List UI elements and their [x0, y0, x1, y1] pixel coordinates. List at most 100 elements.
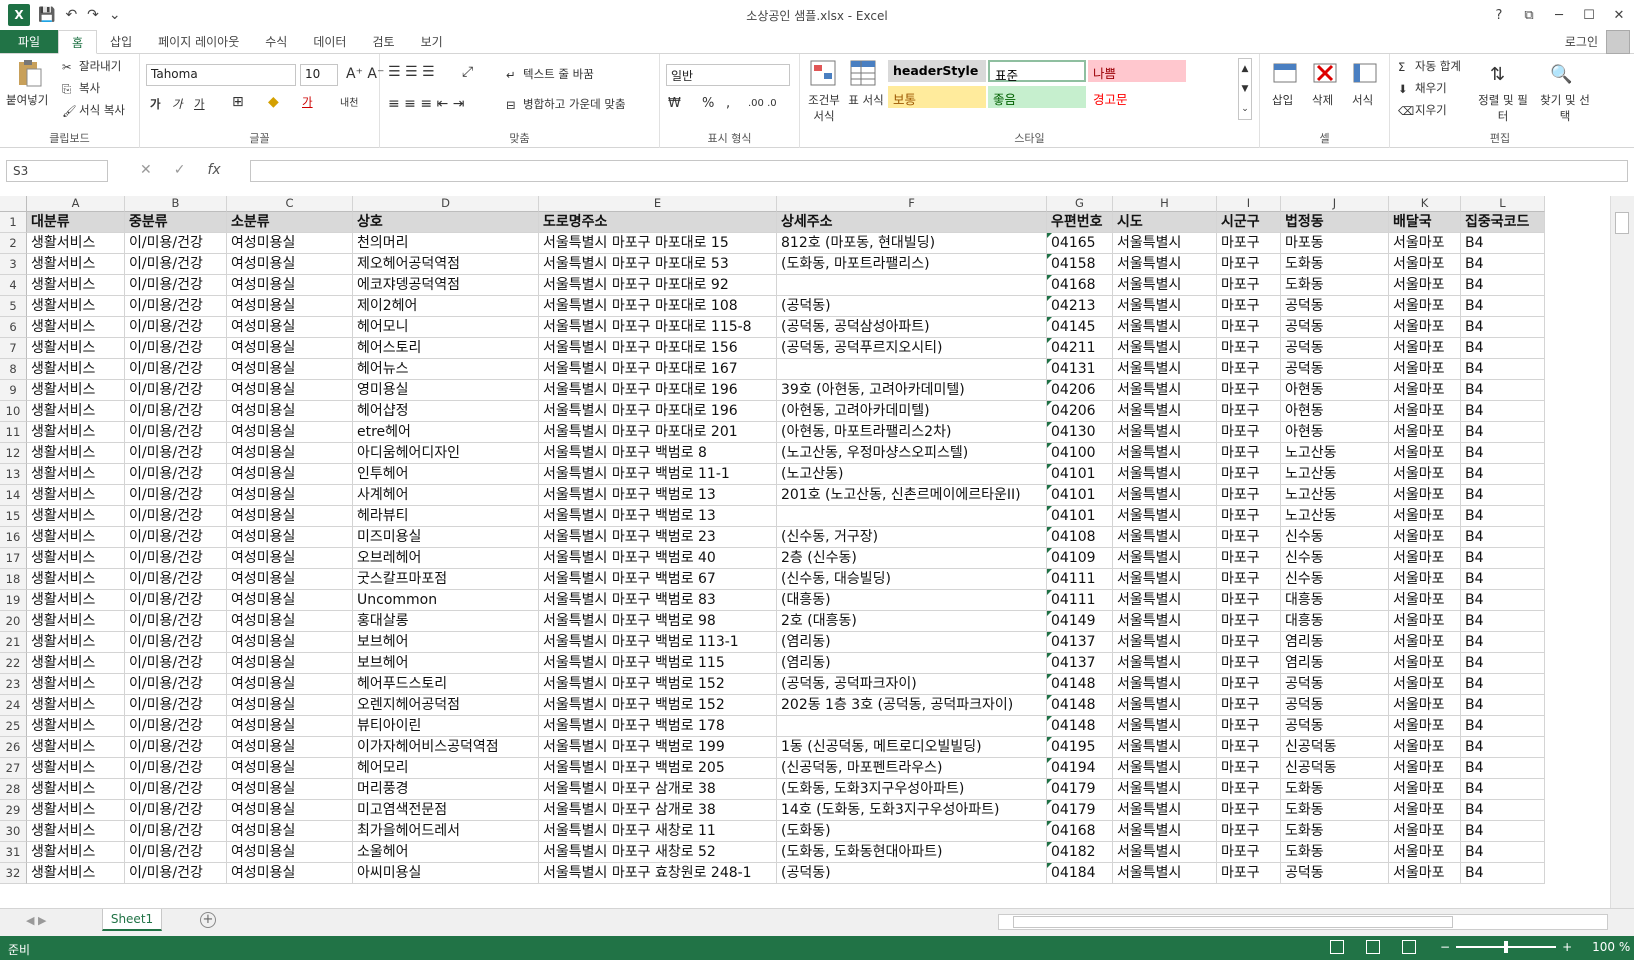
- table-cell[interactable]: B4: [1461, 611, 1545, 632]
- zoom-in-button[interactable]: +: [1562, 940, 1572, 954]
- table-cell[interactable]: B4: [1461, 737, 1545, 758]
- table-cell[interactable]: B4: [1461, 401, 1545, 422]
- table-cell[interactable]: 04111: [1047, 569, 1113, 590]
- table-cell[interactable]: 서울특별시: [1113, 611, 1217, 632]
- table-cell[interactable]: 도화동: [1281, 779, 1389, 800]
- header-cell[interactable]: 우편번호: [1047, 212, 1113, 233]
- table-cell[interactable]: 04145: [1047, 317, 1113, 338]
- table-cell[interactable]: 도화동: [1281, 800, 1389, 821]
- table-cell[interactable]: 여성미용실: [227, 317, 353, 338]
- table-format-button[interactable]: 표 서식: [846, 92, 886, 108]
- font-name-select[interactable]: Tahoma: [146, 64, 296, 86]
- table-cell[interactable]: 생활서비스: [27, 485, 125, 506]
- table-cell[interactable]: 도화동: [1281, 842, 1389, 863]
- delete-button[interactable]: 삭제: [1312, 92, 1333, 108]
- table-cell[interactable]: 생활서비스: [27, 380, 125, 401]
- table-cell[interactable]: 서울마포: [1389, 590, 1461, 611]
- table-cell[interactable]: 서울마포: [1389, 800, 1461, 821]
- sheet-tab-sheet1[interactable]: Sheet1: [102, 909, 162, 931]
- table-cell[interactable]: 생활서비스: [27, 779, 125, 800]
- spreadsheet-grid[interactable]: A B C D E F G H I J K L 1 대분류 중분류 소분류 상호 도로명주소 상세주소 우편번호 시도 시…: [0, 196, 1610, 908]
- table-cell[interactable]: 마포구: [1217, 632, 1281, 653]
- table-cell[interactable]: 04213: [1047, 296, 1113, 317]
- table-cell[interactable]: 04206: [1047, 380, 1113, 401]
- table-cell[interactable]: 이/미용/건강: [125, 464, 227, 485]
- table-cell[interactable]: 이/미용/건강: [125, 506, 227, 527]
- font-size-select[interactable]: 10: [300, 64, 338, 86]
- table-cell[interactable]: 마포구: [1217, 485, 1281, 506]
- page-layout-view-icon[interactable]: [1366, 940, 1380, 954]
- table-cell[interactable]: 04165: [1047, 233, 1113, 254]
- table-cell[interactable]: (도화동, 마포트라팰리스): [777, 254, 1047, 275]
- table-cell[interactable]: 노고산동: [1281, 506, 1389, 527]
- table-cell[interactable]: 이/미용/건강: [125, 737, 227, 758]
- comma-button[interactable]: ,: [726, 96, 730, 111]
- zoom-level[interactable]: 100 %: [1592, 940, 1630, 954]
- table-cell[interactable]: 서울특별시 마포구 백범로 178: [539, 716, 777, 737]
- table-cell[interactable]: B4: [1461, 863, 1545, 884]
- table-cell[interactable]: 오브레헤어: [353, 548, 539, 569]
- table-cell[interactable]: 이/미용/건강: [125, 611, 227, 632]
- table-cell[interactable]: 생활서비스: [27, 275, 125, 296]
- table-cell[interactable]: 공덕동: [1281, 863, 1389, 884]
- header-cell[interactable]: 소분류: [227, 212, 353, 233]
- table-cell[interactable]: 여성미용실: [227, 548, 353, 569]
- header-cell[interactable]: 시도: [1113, 212, 1217, 233]
- table-cell[interactable]: 마포구: [1217, 254, 1281, 275]
- redo-icon[interactable]: ↷: [87, 7, 99, 23]
- cell-style-4[interactable]: 좋음: [988, 86, 1086, 108]
- table-cell[interactable]: 마포구: [1217, 233, 1281, 254]
- table-cell[interactable]: 서울특별시: [1113, 737, 1217, 758]
- row-header[interactable]: 32: [0, 863, 27, 884]
- table-cell[interactable]: 마포구: [1217, 758, 1281, 779]
- table-cell[interactable]: 마포구: [1217, 695, 1281, 716]
- table-cell[interactable]: 이/미용/건강: [125, 422, 227, 443]
- table-cell[interactable]: 서울마포: [1389, 401, 1461, 422]
- table-cell[interactable]: (염리동): [777, 632, 1047, 653]
- table-cell[interactable]: 04168: [1047, 275, 1113, 296]
- table-cell[interactable]: 04195: [1047, 737, 1113, 758]
- table-cell[interactable]: 04137: [1047, 632, 1113, 653]
- table-cell[interactable]: 아디움헤어디자인: [353, 443, 539, 464]
- table-cell[interactable]: 아현동: [1281, 380, 1389, 401]
- tab-view[interactable]: 보기: [408, 30, 456, 53]
- close-button[interactable]: ✕: [1604, 8, 1634, 23]
- table-cell[interactable]: 04206: [1047, 401, 1113, 422]
- horizontal-scroll-thumb[interactable]: [1013, 916, 1453, 928]
- fill-color-button[interactable]: ◆: [268, 94, 279, 110]
- table-cell[interactable]: B4: [1461, 506, 1545, 527]
- zoom-out-button[interactable]: −: [1440, 940, 1450, 954]
- table-cell[interactable]: 마포구: [1217, 737, 1281, 758]
- table-cell[interactable]: 서울특별시: [1113, 716, 1217, 737]
- page-break-view-icon[interactable]: [1402, 940, 1416, 954]
- row-header[interactable]: 29: [0, 800, 27, 821]
- table-cell[interactable]: Uncommon: [353, 590, 539, 611]
- table-cell[interactable]: 여성미용실: [227, 611, 353, 632]
- table-cell[interactable]: 서울특별시 마포구 마포대로 196: [539, 401, 777, 422]
- tab-home[interactable]: 홈: [58, 30, 98, 54]
- table-cell[interactable]: 마포구: [1217, 527, 1281, 548]
- table-cell[interactable]: 서울마포: [1389, 296, 1461, 317]
- column-header-k[interactable]: K: [1389, 196, 1461, 212]
- table-cell[interactable]: 미고염색전문점: [353, 800, 539, 821]
- table-cell[interactable]: 서울마포: [1389, 611, 1461, 632]
- table-cell[interactable]: 서울특별시 마포구 백범로 11-1: [539, 464, 777, 485]
- tab-file[interactable]: 파일: [0, 30, 58, 53]
- table-cell[interactable]: B4: [1461, 233, 1545, 254]
- table-cell[interactable]: 생활서비스: [27, 338, 125, 359]
- table-cell[interactable]: 서울마포: [1389, 842, 1461, 863]
- table-cell[interactable]: 서울특별시 마포구 백범로 83: [539, 590, 777, 611]
- table-cell[interactable]: 04148: [1047, 695, 1113, 716]
- table-cell[interactable]: 생활서비스: [27, 233, 125, 254]
- table-cell[interactable]: 이/미용/건강: [125, 569, 227, 590]
- minimize-button[interactable]: ─: [1544, 8, 1574, 23]
- customize-qat-icon[interactable]: ⌄: [109, 7, 121, 23]
- table-cell[interactable]: 04109: [1047, 548, 1113, 569]
- table-cell[interactable]: 서울특별시: [1113, 359, 1217, 380]
- table-cell[interactable]: 서울특별시: [1113, 863, 1217, 884]
- table-cell[interactable]: 도화동: [1281, 821, 1389, 842]
- row-header[interactable]: 13: [0, 464, 27, 485]
- table-cell[interactable]: [777, 275, 1047, 296]
- table-cell[interactable]: 04184: [1047, 863, 1113, 884]
- table-cell[interactable]: 생활서비스: [27, 758, 125, 779]
